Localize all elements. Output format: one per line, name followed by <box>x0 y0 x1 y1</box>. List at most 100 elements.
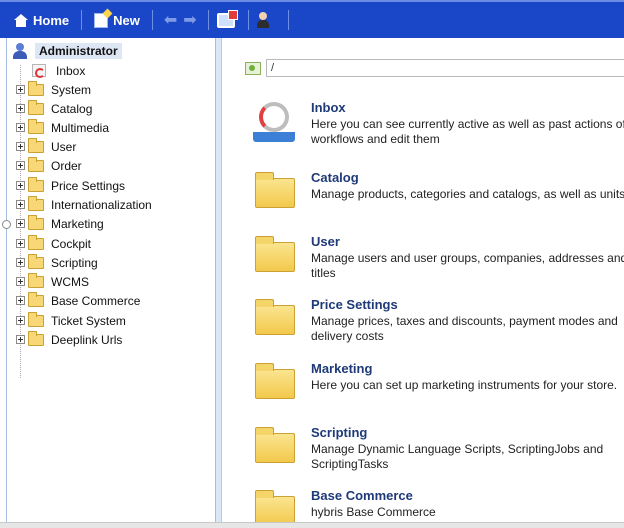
home-button-label: Home <box>33 12 70 28</box>
folder-icon <box>28 291 44 307</box>
expand-toggle-icon[interactable] <box>16 200 25 209</box>
tree-item-label: Cockpit <box>51 236 92 251</box>
tree-item-marketing[interactable]: Marketing <box>7 214 215 233</box>
folder-large-icon <box>253 170 295 210</box>
folder-large-icon <box>253 425 295 465</box>
expand-toggle-icon[interactable] <box>16 104 25 113</box>
entry-inbox[interactable]: Inbox Here you can see currently active … <box>253 100 624 147</box>
tree-item-catalog[interactable]: Catalog <box>7 99 215 118</box>
entry-description: Manage products, categories and catalogs… <box>311 187 624 201</box>
new-button-label: New <box>113 12 140 28</box>
entry-description: Here you can set up marketing instrument… <box>311 378 618 392</box>
folder-icon <box>28 234 44 250</box>
tree-root-label: Administrator <box>35 43 122 59</box>
tree-root-administrator[interactable]: Administrator <box>13 43 122 59</box>
entry-title[interactable]: Base Commerce <box>311 488 624 503</box>
tree-item-label: Catalog <box>51 101 93 116</box>
tree-item-label: Deeplink Urls <box>51 332 123 347</box>
tree-item-order[interactable]: Order <box>7 156 215 175</box>
tree-item-label: Order <box>51 158 82 173</box>
tree-item-label: Price Settings <box>51 178 126 193</box>
path-bar <box>245 59 624 77</box>
expand-toggle-icon[interactable] <box>16 181 25 190</box>
status-bar <box>0 522 624 528</box>
tree-item-inbox[interactable]: Inbox <box>7 61 215 80</box>
tree-item-base-commerce[interactable]: Base Commerce <box>7 291 215 310</box>
tree-item-cockpit[interactable]: Cockpit <box>7 234 215 253</box>
expand-toggle-icon[interactable] <box>16 239 25 248</box>
expand-toggle-icon[interactable] <box>16 161 25 170</box>
monitor-alert-icon[interactable] <box>216 9 238 28</box>
folder-icon <box>28 176 44 192</box>
tree-item-label: Marketing <box>51 216 104 231</box>
folder-icon <box>28 272 44 288</box>
folder-icon <box>28 195 44 211</box>
tree-item-user[interactable]: User <box>7 137 215 156</box>
entry-title[interactable]: Price Settings <box>311 297 624 312</box>
top-toolbar: Home New ⬅ ➡ <box>0 0 624 38</box>
path-input[interactable] <box>266 59 624 77</box>
expand-toggle-icon[interactable] <box>16 335 25 344</box>
folder-icon <box>28 330 44 346</box>
expand-toggle-icon[interactable] <box>16 258 25 267</box>
expand-toggle-icon[interactable] <box>16 296 25 305</box>
main-panel: Inbox Here you can see currently active … <box>223 38 624 526</box>
folder-icon <box>28 311 44 327</box>
entry-catalog[interactable]: Catalog Manage products, categories and … <box>253 170 624 210</box>
entry-title[interactable]: Scripting <box>311 425 624 440</box>
tree-item-system[interactable]: System <box>7 80 215 99</box>
user-settings-icon[interactable] <box>256 12 275 28</box>
tree-item-ticket-system[interactable]: Ticket System <box>7 311 215 330</box>
folder-icon <box>28 156 44 172</box>
new-document-icon <box>94 12 109 28</box>
expand-toggle-icon[interactable] <box>16 277 25 286</box>
folder-icon <box>28 137 44 153</box>
entry-description: Manage users and user groups, companies,… <box>311 251 624 280</box>
new-button[interactable]: New <box>90 7 144 33</box>
entry-title[interactable]: Marketing <box>311 361 624 376</box>
entry-title[interactable]: User <box>311 234 624 249</box>
inbox-icon <box>32 64 46 78</box>
tree-item-multimedia[interactable]: Multimedia <box>7 118 215 137</box>
tree-item-deeplink-urls[interactable]: Deeplink Urls <box>7 330 215 349</box>
administrator-icon <box>13 43 27 59</box>
entry-user[interactable]: User Manage users and user groups, compa… <box>253 234 624 281</box>
expand-toggle-icon[interactable] <box>16 85 25 94</box>
navigation-tree: Administrator Inbox System Catalog Multi… <box>6 38 216 522</box>
entry-description: Manage prices, taxes and discounts, paym… <box>311 314 618 343</box>
tree-item-price-settings[interactable]: Price Settings <box>7 176 215 195</box>
expand-toggle-icon[interactable] <box>16 123 25 132</box>
tree-item-label: Base Commerce <box>51 293 141 308</box>
expand-toggle-icon[interactable] <box>16 142 25 151</box>
folder-icon <box>28 253 44 269</box>
folder-icon <box>28 214 44 230</box>
tree-item-label: System <box>51 82 92 97</box>
panel-splitter[interactable] <box>216 38 222 522</box>
home-icon <box>14 13 28 27</box>
tree-item-label: User <box>51 139 77 154</box>
entry-marketing[interactable]: Marketing Here you can set up marketing … <box>253 361 624 401</box>
tree-item-label: WCMS <box>51 274 89 289</box>
toolbar-separator <box>151 10 153 30</box>
tree-item-label: Internationalization <box>51 197 152 212</box>
tree-item-label: Inbox <box>56 63 86 78</box>
folder-large-icon <box>253 234 295 274</box>
home-button[interactable]: Home <box>10 7 73 33</box>
back-arrow-icon[interactable]: ⬅ <box>164 10 177 30</box>
expand-toggle-icon[interactable] <box>16 219 25 228</box>
forward-arrow-icon[interactable]: ➡ <box>183 10 196 30</box>
tree-item-scripting[interactable]: Scripting <box>7 253 215 272</box>
folder-icon <box>28 118 44 134</box>
folder-up-icon[interactable] <box>245 61 261 75</box>
entry-price-settings[interactable]: Price Settings Manage prices, taxes and … <box>253 297 624 344</box>
tree-item-internationalization[interactable]: Internationalization <box>7 195 215 214</box>
tree-item-wcms[interactable]: WCMS <box>7 272 215 291</box>
tree-item-label: Multimedia <box>51 120 110 135</box>
expand-toggle-icon[interactable] <box>16 316 25 325</box>
entry-title[interactable]: Catalog <box>311 170 624 185</box>
collapse-handle-icon[interactable] <box>2 220 11 229</box>
entry-title[interactable]: Inbox <box>311 100 624 115</box>
toolbar-separator <box>247 10 249 30</box>
entry-scripting[interactable]: Scripting Manage Dynamic Language Script… <box>253 425 624 472</box>
entry-description: Manage Dynamic Language Scripts, Scripti… <box>311 442 604 471</box>
